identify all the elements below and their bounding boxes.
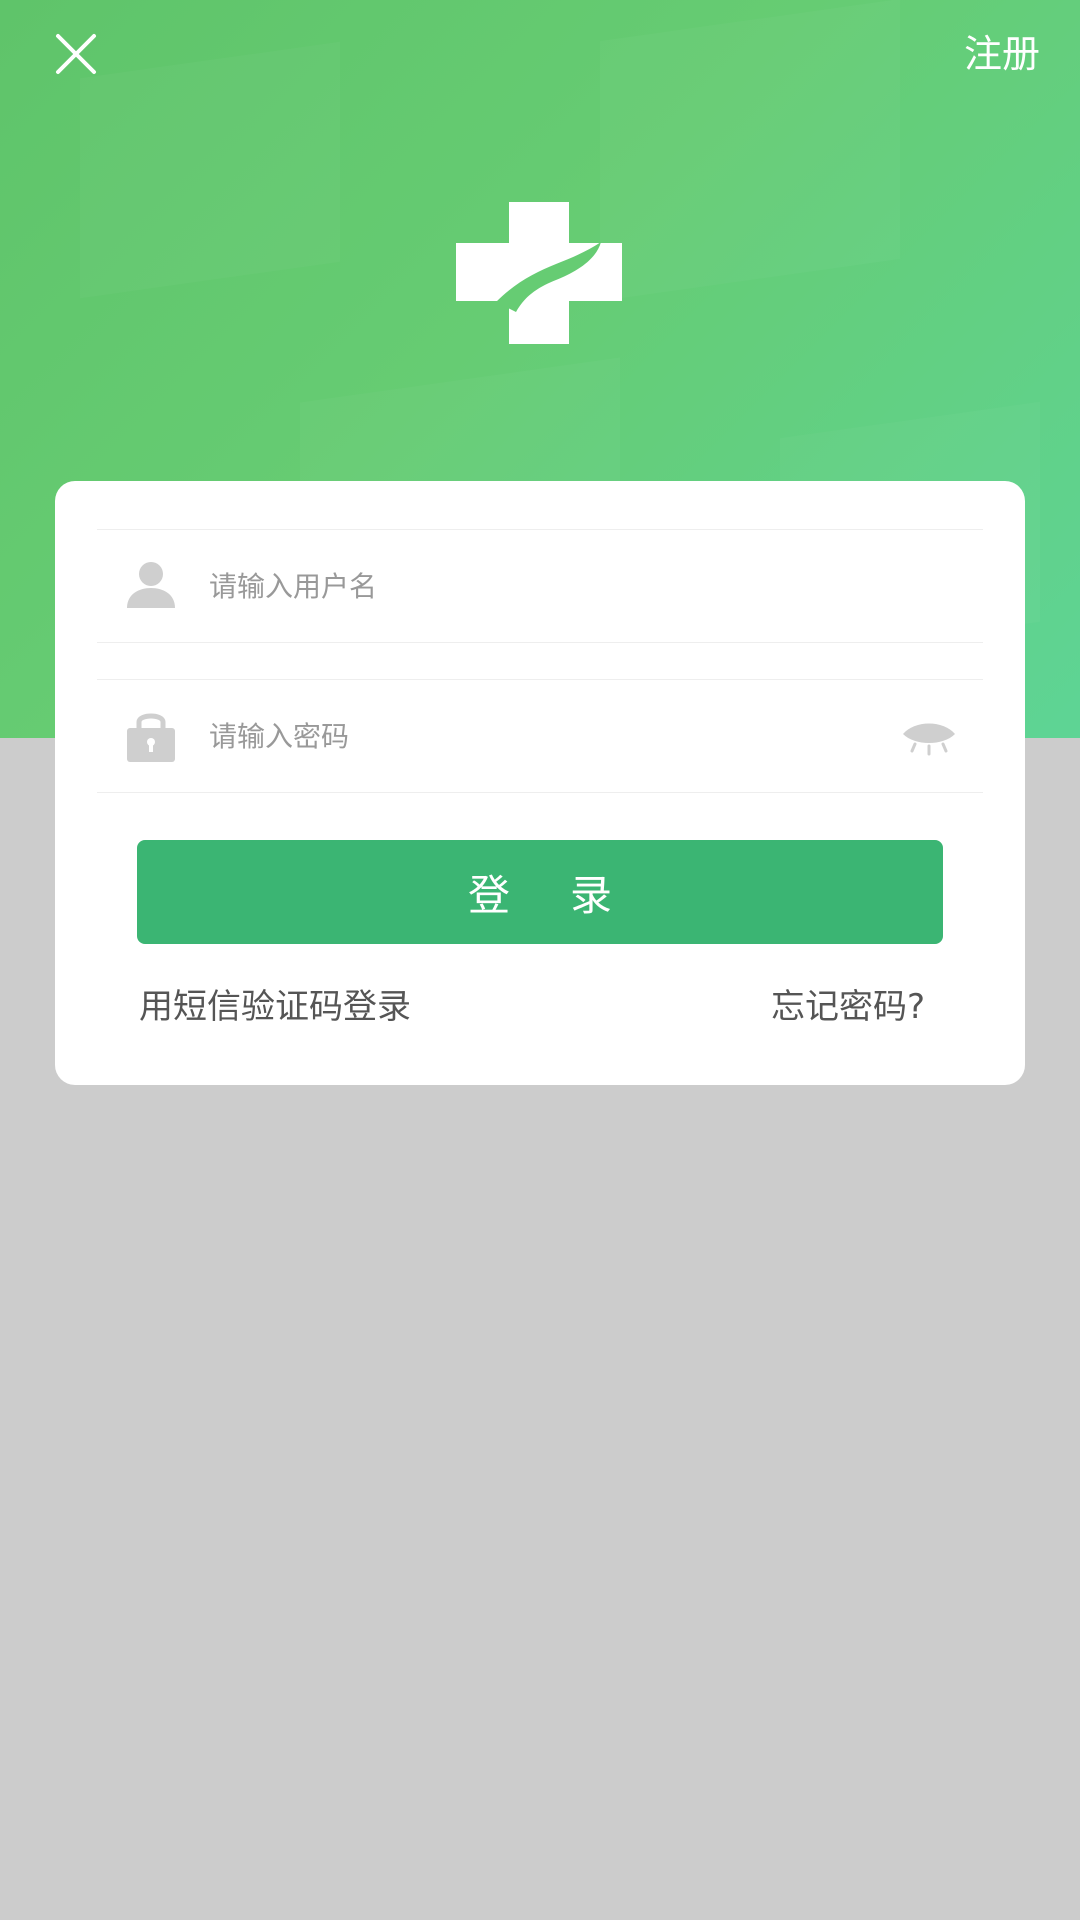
app-logo <box>456 202 622 344</box>
eye-closed-icon <box>903 723 955 756</box>
banner-texture <box>80 42 340 299</box>
password-visibility-toggle[interactable] <box>901 716 957 756</box>
close-button[interactable] <box>46 24 106 84</box>
lock-icon-wrap <box>123 708 179 764</box>
user-icon-wrap <box>123 558 179 614</box>
register-link[interactable]: 注册 <box>964 26 1040 82</box>
password-field <box>97 679 983 793</box>
lock-icon <box>127 713 175 762</box>
login-button[interactable]: 登录 <box>137 840 943 944</box>
forgot-password-link[interactable]: 忘记密码? <box>771 979 925 1028</box>
username-input[interactable] <box>209 556 859 616</box>
password-input[interactable] <box>209 706 859 766</box>
user-icon <box>127 562 175 608</box>
medical-cross-hand-icon <box>456 202 622 344</box>
username-field <box>97 529 983 643</box>
close-icon <box>56 34 96 74</box>
sms-login-link[interactable]: 用短信验证码登录 <box>139 979 411 1028</box>
banner-texture <box>600 0 900 301</box>
login-card: 登录 用短信验证码登录 忘记密码? <box>55 481 1025 1085</box>
